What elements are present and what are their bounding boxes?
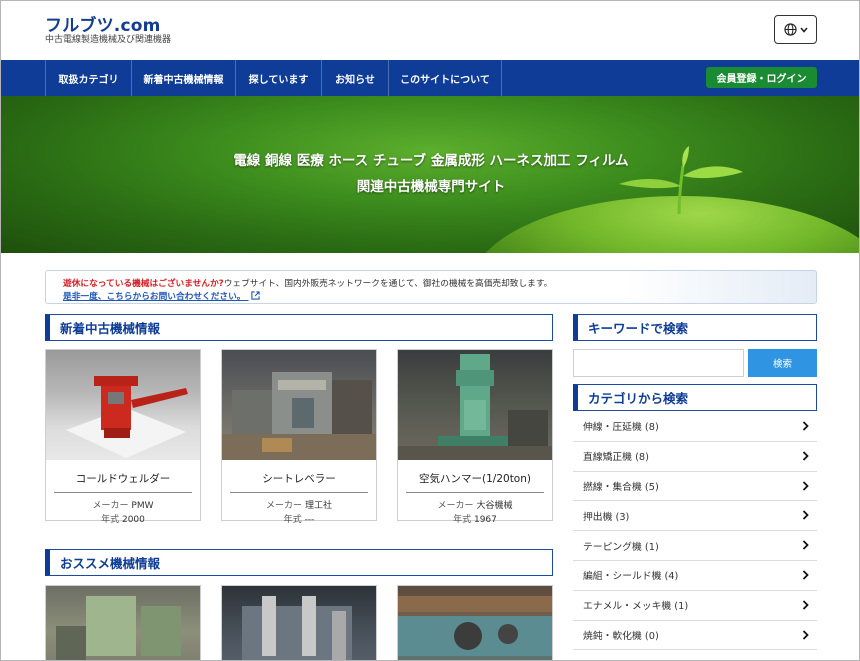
category-list: 伸線・圧延機 (8) 直線矯正機 (8) 撚線・集合機 (5) 押出機 (3) … [573,412,817,651]
category-label: 編組・シールド機 (4) [583,571,679,583]
chevron-right-icon [802,421,809,431]
chevron-right-icon [802,570,809,580]
site-tagline: 中古電線製造機械及び関連機器 [45,35,172,45]
year-label: 年式 [101,515,120,525]
hero-banner: 電線 銅線 医療 ホース チューブ 金属成形 ハーネス加工 フィルム 関連中古機… [1,96,859,253]
machine-card[interactable]: シートレベラー メーカー 理工社 年式 --- [221,349,377,525]
nav-item-categories[interactable]: 取扱カテゴリ [45,60,131,96]
divider [230,492,368,493]
recommended-machines-heading: おススメ機械情報 [45,549,553,576]
nav-item-about[interactable]: このサイトについて [388,60,502,96]
nav-item-wanted[interactable]: 探しています [235,60,321,96]
site-header: フルブツ.com 中古電線製造機械及び関連機器 [1,1,859,60]
notice-text-line: 遊休になっている機械はございませんか?ウェブサイト、国内外販売ネットワークを通じ… [63,276,552,289]
category-label: 撚線・集合機 (5) [583,481,659,493]
machine-maker: メーカー 大谷機械 [398,498,552,511]
chevron-right-icon [802,451,809,461]
chevron-right-icon [802,540,809,550]
keyword-search-heading: キーワードで検索 [573,314,817,341]
machine-photo [222,350,376,460]
nav-item-news[interactable]: お知らせ [321,60,388,96]
maker-value: PMW [131,501,154,511]
machine-photo [398,586,552,660]
machine-photo [222,586,376,660]
category-item[interactable]: テーピング機 (1) [573,531,817,561]
chevron-right-icon [802,629,809,640]
machine-photo [46,586,200,660]
keyword-search-input[interactable] [573,349,744,377]
machine-photo [46,350,200,460]
year-value: 2000 [121,515,145,525]
external-link-icon [251,291,261,300]
chevron-right-icon [802,510,809,521]
category-label: テーピング機 (1) [583,541,659,553]
category-item[interactable]: エナメル・メッキ機 (1) [573,591,817,621]
sell-notice-banner: 遊休になっている機械はございませんか?ウェブサイト、国内外販売ネットワークを通じ… [45,270,817,304]
language-select-button[interactable] [774,15,817,44]
year-value: 1967 [473,515,497,525]
chevron-down-icon [799,26,808,33]
category-item[interactable]: 直線矯正機 (8) [573,442,817,472]
contact-link[interactable]: 是非一度、こちらからお問い合わせください。 [63,289,261,302]
maker-label: メーカー [437,501,474,511]
maker-label: メーカー [266,501,303,511]
machine-card[interactable]: コールドウェルダー メーカー PMW 年式 2000 [45,349,201,525]
maker-label: メーカー [92,501,129,511]
category-item[interactable]: 押出機 (3) [573,501,817,532]
recommended-card[interactable] [221,585,377,660]
page: フルブツ.com 中古電線製造機械及び関連機器 取扱カテゴリ 新着中古機械情報 … [0,0,860,661]
maker-value: 理工社 [304,501,332,511]
category-label: エナメル・メッキ機 (1) [583,601,689,613]
chevron-right-icon [802,600,809,610]
category-item[interactable]: 伸線・圧延機 (8) [573,412,817,442]
year-label: 年式 [283,515,302,525]
contact-link-label: 是非一度、こちらからお問い合わせください。 [63,292,246,302]
recommended-card[interactable] [397,585,553,660]
globe-icon [783,23,797,36]
machine-year: 年式 1967 [398,512,552,525]
machine-year: 年式 2000 [46,512,200,525]
year-label: 年式 [453,515,472,525]
hero-headline: 電線 銅線 医療 ホース チューブ 金属成形 ハーネス加工 フィルム [233,153,629,169]
maker-value: 大谷機械 [476,501,513,511]
new-machines-heading: 新着中古機械情報 [45,314,553,341]
machine-photo [398,350,552,460]
machine-maker: メーカー 理工社 [222,498,376,511]
category-label: 直線矯正機 (8) [583,452,649,464]
category-label: 焼鈍・軟化機 (0) [583,630,659,642]
machine-year: 年式 --- [222,512,376,525]
divider [54,492,192,493]
category-item[interactable]: 焼鈍・軟化機 (0) [573,621,817,651]
notice-body: ウェブサイト、国内外販売ネットワークを通じて、御社の機械を高価売却致します。 [223,279,553,289]
category-item[interactable]: 編組・シールド機 (4) [573,561,817,591]
category-item[interactable]: 撚線・集合機 (5) [573,472,817,502]
machine-card[interactable]: 空気ハンマー(1/20ton) メーカー 大谷機械 年式 1967 [397,349,553,525]
machine-maker: メーカー PMW [46,498,200,511]
nav-item-new-machines[interactable]: 新着中古機械情報 [131,60,235,96]
login-register-button[interactable]: 会員登録・ログイン [706,67,817,88]
search-button[interactable]: 検索 [748,349,817,377]
machine-name: 空気ハンマー(1/20ton) [419,473,531,485]
hero-subheadline: 関連中古機械専門サイト [356,179,506,195]
notice-highlight: 遊休になっている機械はございませんか? [63,279,224,289]
machine-name: コールドウェルダー [75,473,171,485]
divider [406,492,544,493]
recommended-card[interactable] [45,585,201,660]
chevron-right-icon [802,480,809,491]
year-value: --- [304,515,315,525]
category-search-heading: カテゴリから検索 [573,384,817,411]
category-label: 押出機 (3) [583,511,630,523]
category-label: 伸線・圧延機 (8) [583,422,659,434]
machine-name: シートレベラー [262,473,336,485]
